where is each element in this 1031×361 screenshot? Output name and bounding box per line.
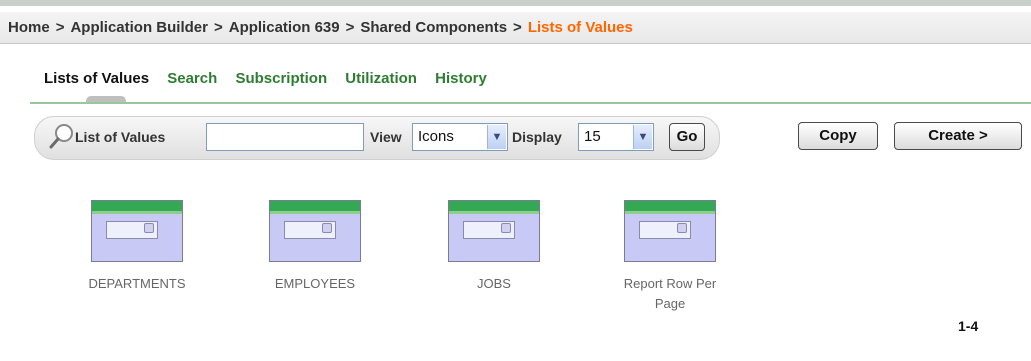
tab-search[interactable]: Search [167,70,217,87]
lov-item-label[interactable]: DEPARTMENTS [82,274,192,294]
lov-item-report-row-per-page[interactable]: Report Row Per Page [616,200,724,314]
list-of-values-icon[interactable] [269,200,361,262]
copy-button[interactable]: Copy [798,122,878,150]
view-label: View [370,129,402,145]
lov-item-label[interactable]: EMPLOYEES [260,274,370,294]
breadcrumb-shared-components[interactable]: Shared Components [360,19,507,36]
list-of-values-icon[interactable] [91,200,183,262]
breadcrumb-home[interactable]: Home [8,19,50,36]
breadcrumb-current: Lists of Values [527,19,633,36]
lov-item-label[interactable]: Report Row Per Page [616,274,724,314]
go-button[interactable]: Go [669,123,705,151]
lov-item-label[interactable]: JOBS [439,274,549,294]
chevron-down-icon[interactable]: ▼ [633,125,652,149]
lov-item-jobs[interactable]: JOBS [439,200,549,294]
view-select-value: Icons [418,128,454,145]
breadcrumb: Home > Application Builder > Application 639… [0,12,1031,44]
list-of-values-icon[interactable] [624,200,716,262]
tab-lists-of-values[interactable]: Lists of Values [44,70,149,87]
magnifier-icon [49,124,73,149]
display-label: Display [512,129,562,145]
pagination-range: 1-4 [958,318,979,334]
tab-subscription[interactable]: Subscription [235,70,327,87]
lov-item-departments[interactable]: DEPARTMENTS [82,200,192,294]
tab-divider [30,102,1031,104]
search-label: List of Values [75,129,166,145]
breadcrumb-separator: > [513,19,522,36]
tab-history[interactable]: History [435,70,487,87]
view-select[interactable]: Icons ▼ [412,123,508,151]
display-select[interactable]: 15 ▼ [578,123,654,151]
breadcrumb-application[interactable]: Application 639 [229,19,340,36]
lov-item-employees[interactable]: EMPLOYEES [260,200,370,294]
breadcrumb-separator: > [213,19,223,36]
breadcrumb-separator: > [345,19,355,36]
create-button[interactable]: Create > [894,122,1022,150]
search-input[interactable] [206,123,364,151]
chevron-down-icon[interactable]: ▼ [487,125,506,149]
list-of-values-icon[interactable] [448,200,540,262]
search-toolbar: List of Values View Icons ▼ Display 15 ▼… [34,116,720,160]
breadcrumb-separator: > [55,19,65,36]
tab-bar: Lists of Values Search Subscription Util… [44,70,501,92]
tab-utilization[interactable]: Utilization [345,70,417,87]
display-select-value: 15 [584,128,601,145]
top-border [0,0,1031,12]
breadcrumb-application-builder[interactable]: Application Builder [70,19,208,36]
